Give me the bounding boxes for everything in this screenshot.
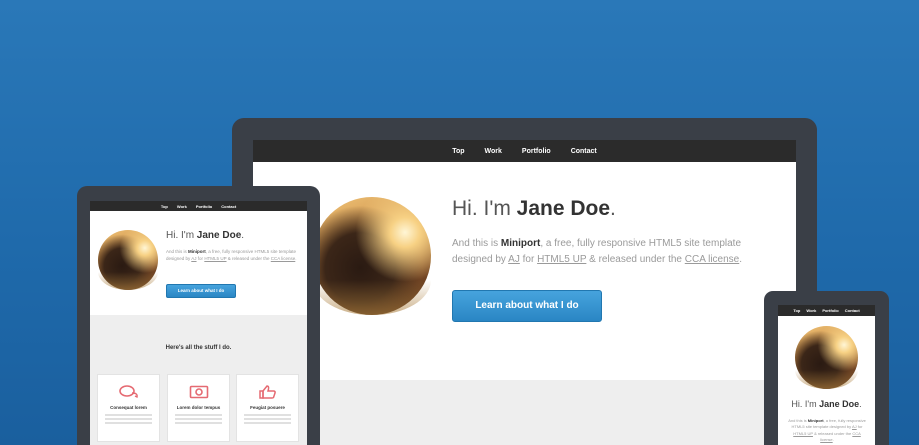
tablet-nav-portfolio-link[interactable]: Portfolio bbox=[196, 204, 212, 209]
laptop-screen: Top Work Portfolio Contact Hi. I'm Jane … bbox=[253, 140, 796, 445]
chat-bubbles-icon bbox=[118, 385, 138, 399]
nav-portfolio-link[interactable]: Portfolio bbox=[522, 148, 551, 155]
phone-nav-portfolio-link[interactable]: Portfolio bbox=[822, 308, 838, 313]
laptop-nav-bar: Top Work Portfolio Contact bbox=[253, 140, 796, 162]
phone-html5up-link[interactable]: HTML5 UP bbox=[793, 431, 813, 436]
tablet-hero-heading: Hi. I'm Jane Doe. bbox=[166, 230, 245, 241]
services-title: Here's all the stuff I do. bbox=[165, 345, 232, 351]
learn-more-button[interactable]: Learn about what I do bbox=[452, 290, 602, 322]
laptop-next-section bbox=[253, 380, 796, 445]
nav-contact-link[interactable]: Contact bbox=[571, 148, 597, 155]
tablet-html5up-link[interactable]: HTML5 UP bbox=[204, 256, 226, 261]
profile-photo bbox=[313, 197, 431, 315]
camera-icon bbox=[189, 385, 208, 399]
service-card-title: Lorem dolor tempus bbox=[176, 405, 221, 410]
service-card: Feugiat posuere bbox=[236, 374, 299, 442]
tablet-nav-top-link[interactable]: Top bbox=[161, 204, 168, 209]
service-card-title: Consequat lorem bbox=[110, 405, 147, 410]
tablet-nav-contact-link[interactable]: Contact bbox=[221, 204, 236, 209]
tablet-hero-intro-text: And this is Miniport, a free, fully resp… bbox=[166, 249, 297, 262]
service-card: Lorem dolor tempus bbox=[167, 374, 230, 442]
tablet-device: Top Work Portfolio Contact Hi. I'm Jane … bbox=[77, 186, 320, 445]
thumbs-up-icon bbox=[258, 385, 276, 399]
tablet-profile-photo bbox=[98, 230, 158, 290]
tablet-learn-more-button[interactable]: Learn about what I do bbox=[166, 284, 236, 298]
hero-intro-text: And this is Miniport, a free, fully resp… bbox=[452, 238, 743, 265]
tablet-nav-bar: Top Work Portfolio Contact bbox=[90, 201, 307, 211]
service-card: Consequat lorem bbox=[97, 374, 160, 442]
phone-nav-bar: Top Work Portfolio Contact bbox=[778, 305, 875, 316]
service-card-text bbox=[244, 414, 291, 424]
html5up-link[interactable]: HTML5 UP bbox=[537, 254, 586, 265]
designer-link[interactable]: AJ bbox=[508, 254, 520, 265]
tablet-screen: Top Work Portfolio Contact Hi. I'm Jane … bbox=[90, 201, 307, 445]
phone-nav-work-link[interactable]: Work bbox=[806, 308, 816, 313]
phone-hero-heading: Hi. I'm Jane Doe. bbox=[791, 399, 862, 409]
phone-profile-photo bbox=[795, 326, 858, 389]
service-card-text bbox=[175, 414, 222, 424]
phone-screen: Top Work Portfolio Contact Hi. I'm Jane … bbox=[778, 305, 875, 445]
phone-nav-top-link[interactable]: Top bbox=[793, 308, 800, 313]
nav-work-link[interactable]: Work bbox=[485, 148, 502, 155]
tablet-nav-work-link[interactable]: Work bbox=[177, 204, 187, 209]
tablet-license-link[interactable]: CCA license bbox=[271, 256, 296, 261]
phone-device: Top Work Portfolio Contact Hi. I'm Jane … bbox=[764, 291, 889, 445]
license-link[interactable]: CCA license bbox=[685, 254, 739, 265]
nav-top-link[interactable]: Top bbox=[452, 148, 464, 155]
service-card-title: Feugiat posuere bbox=[250, 405, 285, 410]
phone-hero-intro-text: And this is Miniport, a free, fully resp… bbox=[788, 418, 866, 443]
service-card-text bbox=[105, 414, 152, 424]
hero-heading: Hi. I'm Jane Doe. bbox=[452, 197, 616, 220]
phone-nav-contact-link[interactable]: Contact bbox=[845, 308, 860, 313]
